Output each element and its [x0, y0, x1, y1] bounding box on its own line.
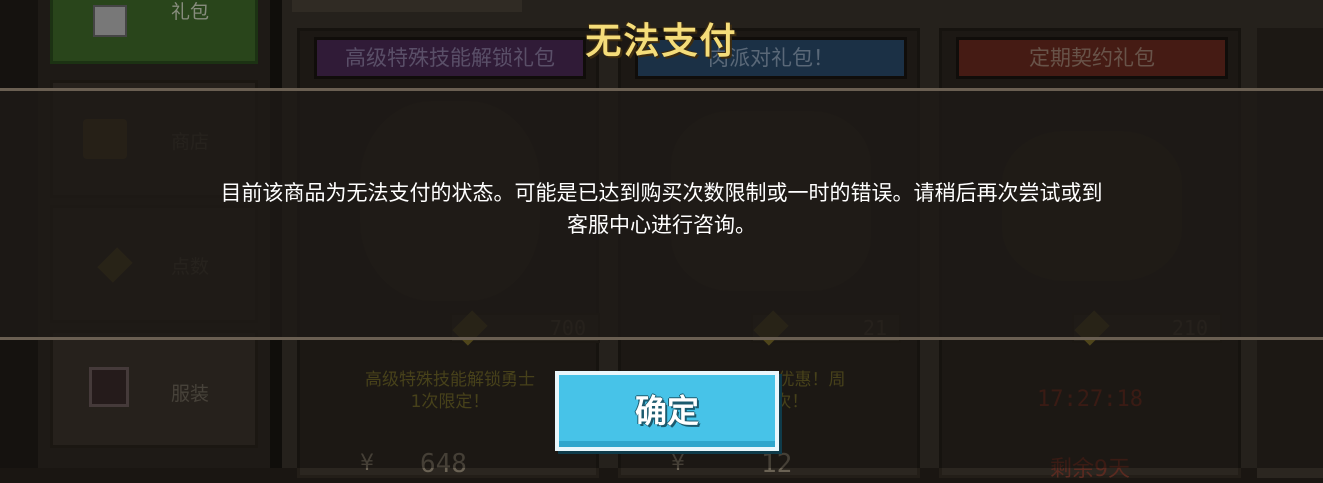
- dialog-message-line: 目前该商品为无法支付的状态。可能是已达到购买次数限制或一时的错误。请稍后再次尝试…: [220, 181, 1103, 205]
- dialog-title: 无法支付: [585, 21, 738, 62]
- dialog-message-line: 客服中心进行咨询。: [567, 213, 756, 237]
- dialog-message: 目前该商品为无法支付的状态。可能是已达到购买次数限制或一时的错误。请稍后再次尝试…: [130, 177, 1193, 241]
- confirm-button-label: 确定: [634, 392, 699, 430]
- confirm-button[interactable]: 确定: [555, 371, 779, 451]
